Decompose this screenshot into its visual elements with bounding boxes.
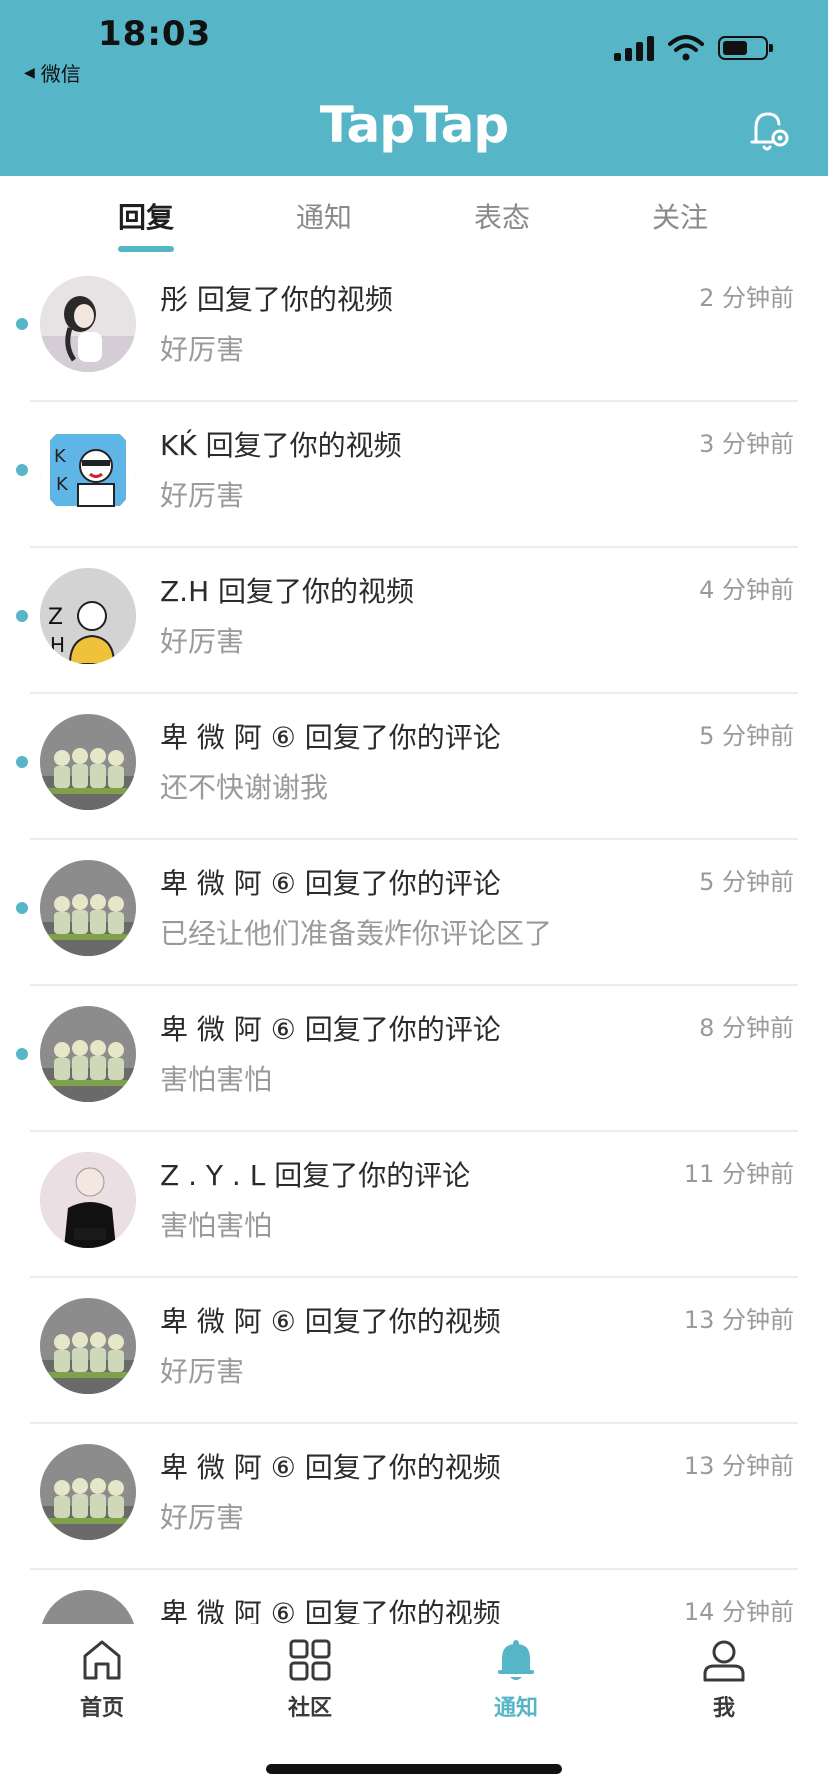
nav-profile[interactable]: 我: [664, 1638, 784, 1722]
notification-content: 好厉害: [160, 333, 245, 366]
notification-content: 害怕害怕: [160, 1209, 273, 1242]
nav-home[interactable]: 首页: [42, 1638, 162, 1722]
svg-text:Z: Z: [48, 605, 63, 630]
nav-notifications-label: 通知: [493, 1696, 538, 1721]
notification-settings-icon[interactable]: [748, 108, 792, 154]
back-app-label: 微信: [40, 62, 81, 86]
avatar[interactable]: [40, 1444, 136, 1540]
svg-text:K: K: [56, 474, 69, 495]
list-item[interactable]: Z . Y . L 回复了你的评论 害怕害怕 11 分钟前: [0, 1132, 828, 1278]
home-indicator: [266, 1764, 562, 1774]
wifi-icon: [668, 35, 704, 61]
notification-time: 11 分钟前: [683, 1160, 794, 1188]
list-item[interactable]: 卑 微 阿 ⑥ 回复了你的评论 已经让他们准备轰炸你评论区了 5 分钟前: [0, 840, 828, 986]
avatar[interactable]: [40, 276, 136, 372]
avatar[interactable]: [40, 860, 136, 956]
notification-content: 好厉害: [160, 1355, 245, 1388]
nav-notifications[interactable]: 通知: [456, 1638, 576, 1722]
notification-time: 4 分钟前: [699, 576, 794, 604]
notification-title: 卑 微 阿 ⑥ 回复了你的视频: [160, 1451, 501, 1484]
notification-time: 5 分钟前: [699, 868, 794, 896]
avatar[interactable]: K K: [40, 422, 136, 518]
status-time: 18:03: [98, 14, 212, 54]
svg-text:K: K: [54, 446, 67, 467]
tab-reply[interactable]: 回复: [86, 196, 206, 236]
list-item[interactable]: Z H Z.H 回复了你的视频 好厉害 4 分钟前: [0, 548, 828, 694]
notification-title: 卑 微 阿 ⑥ 回复了你的评论: [160, 721, 501, 754]
notification-title: 卑 微 阿 ⑥ 回复了你的评论: [160, 1013, 501, 1046]
list-item[interactable]: 卑 微 阿 ⑥ 回复了你的评论 还不快谢谢我 5 分钟前: [0, 694, 828, 840]
notification-tabs: 回复 通知 表态 关注: [0, 176, 828, 256]
battery-icon: [718, 36, 773, 60]
avatar[interactable]: [40, 1298, 136, 1394]
list-item[interactable]: 彤 回复了你的视频 好厉害 2 分钟前: [0, 256, 828, 402]
list-item[interactable]: 卑 微 阿 ⑥ 回复了你的视频 14 分钟前: [0, 1570, 828, 1624]
notification-content: 已经让他们准备轰炸你评论区了: [160, 917, 553, 950]
list-item[interactable]: 卑 微 阿 ⑥ 回复了你的评论 害怕害怕 8 分钟前: [0, 986, 828, 1132]
notification-time: 14 分钟前: [683, 1598, 794, 1624]
notification-content: 好厉害: [160, 479, 245, 512]
notification-title: 卑 微 阿 ⑥ 回复了你的评论: [160, 867, 501, 900]
avatar[interactable]: [40, 1590, 136, 1624]
list-item[interactable]: 卑 微 阿 ⑥ 回复了你的视频 好厉害 13 分钟前: [0, 1278, 828, 1424]
tab-notice[interactable]: 通知: [264, 196, 384, 236]
notification-title: 彤 回复了你的视频: [160, 283, 393, 316]
notification-list: 彤 回复了你的视频 好厉害 2 分钟前 K K KḰ 回复了你的视频 好厉害 3…: [0, 256, 828, 1624]
tab-reactions[interactable]: 表态: [442, 196, 562, 236]
nav-community[interactable]: 社区: [250, 1638, 370, 1722]
avatar[interactable]: [40, 714, 136, 810]
unread-dot: [16, 756, 28, 768]
status-icons: [614, 30, 773, 66]
notification-content: 害怕害怕: [160, 1063, 273, 1096]
cellular-signal-icon: [614, 35, 654, 61]
avatar[interactable]: [40, 1006, 136, 1102]
unread-dot: [16, 902, 28, 914]
notification-time: 13 分钟前: [683, 1452, 794, 1480]
notification-title: 卑 微 阿 ⑥ 回复了你的视频: [160, 1305, 501, 1338]
notification-time: 5 分钟前: [699, 722, 794, 750]
notification-time: 8 分钟前: [699, 1014, 794, 1042]
avatar[interactable]: [40, 1152, 136, 1248]
notification-title: 卑 微 阿 ⑥ 回复了你的视频: [160, 1597, 501, 1624]
app-header: 18:03 ◀ 微信 TapTap: [0, 0, 828, 176]
app-logo-title: TapTap: [319, 96, 509, 154]
notification-title: KḰ 回复了你的视频: [160, 429, 402, 462]
bell-icon: [498, 1640, 534, 1680]
avatar[interactable]: Z H: [40, 568, 136, 664]
notification-time: 3 分钟前: [699, 430, 794, 458]
active-tab-indicator: [118, 246, 174, 252]
unread-dot: [16, 464, 28, 476]
unread-dot: [16, 318, 28, 330]
notification-content: 好厉害: [160, 1501, 245, 1534]
svg-text:H: H: [50, 633, 65, 657]
grid-icon: [289, 1639, 331, 1681]
profile-icon: [703, 1640, 745, 1682]
notification-content: 好厉害: [160, 625, 245, 658]
list-item[interactable]: 卑 微 阿 ⑥ 回复了你的视频 好厉害 13 分钟前: [0, 1424, 828, 1570]
nav-community-label: 社区: [287, 1696, 332, 1721]
notification-content: 还不快谢谢我: [160, 771, 329, 804]
back-to-app-link[interactable]: ◀ 微信: [24, 58, 81, 87]
notification-time: 13 分钟前: [683, 1306, 794, 1334]
back-arrow-icon: ◀: [24, 64, 35, 81]
unread-dot: [16, 610, 28, 622]
notification-title: Z.H 回复了你的视频: [160, 575, 415, 608]
notification-time: 2 分钟前: [699, 284, 794, 312]
notification-title: Z . Y . L 回复了你的评论: [160, 1159, 471, 1192]
tab-follow[interactable]: 关注: [620, 196, 740, 236]
list-item[interactable]: K K KḰ 回复了你的视频 好厉害 3 分钟前: [0, 402, 828, 548]
nav-home-label: 首页: [79, 1696, 124, 1721]
nav-profile-label: 我: [712, 1696, 735, 1721]
home-icon: [83, 1640, 121, 1680]
unread-dot: [16, 1048, 28, 1060]
